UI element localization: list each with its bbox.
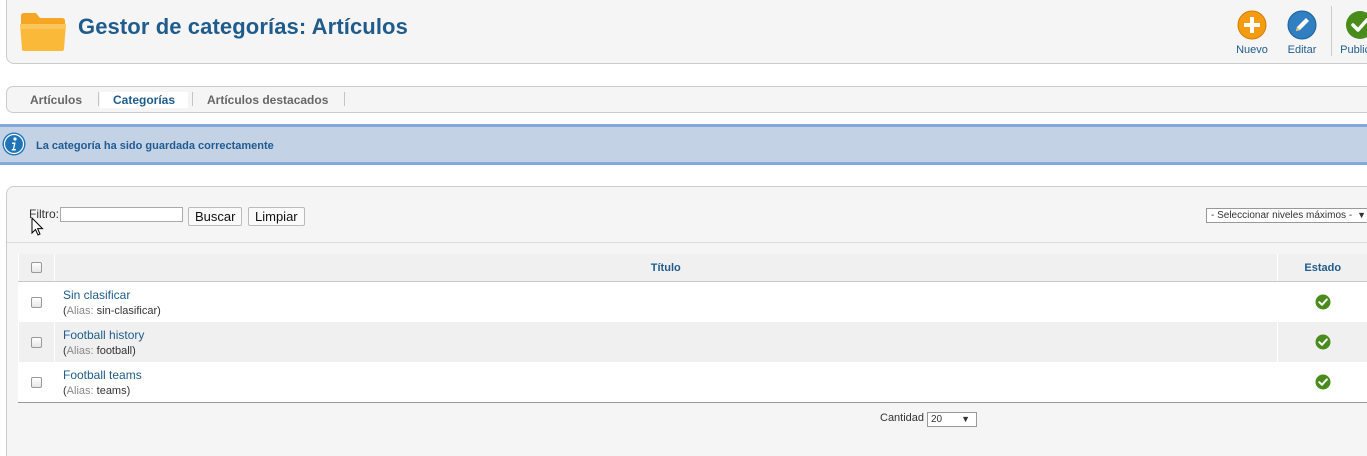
list-limit-select[interactable]: 20 ▼ bbox=[927, 412, 977, 427]
tab-label: Categorías bbox=[113, 93, 175, 107]
tab-divider bbox=[98, 92, 99, 106]
tab-label: Artículos destacados bbox=[207, 93, 328, 107]
alias-value: football bbox=[97, 345, 132, 357]
category-alias: (Alias: teams) bbox=[63, 385, 1277, 397]
category-title-link[interactable]: Sin clasificar bbox=[63, 288, 1277, 302]
alias-label: Alias: bbox=[67, 385, 94, 397]
dropdown-arrow-icon: ▼ bbox=[1357, 209, 1366, 222]
main-panel: Filtro: Buscar Limpiar - Seleccionar niv… bbox=[6, 186, 1367, 456]
category-alias: (Alias: football) bbox=[63, 345, 1277, 357]
page-header: Gestor de categorías: Artículos Nuevo Ed… bbox=[6, 0, 1367, 64]
row-checkbox-cell bbox=[19, 362, 55, 403]
state-cell bbox=[1277, 282, 1367, 323]
tab-label: Artículos bbox=[30, 93, 82, 107]
toolbar-divider bbox=[1331, 6, 1332, 56]
published-check-icon[interactable] bbox=[1315, 374, 1331, 390]
table-header-row: Título Estado bbox=[19, 254, 1367, 282]
select-all-checkbox[interactable] bbox=[31, 262, 42, 273]
row-checkbox-cell bbox=[19, 282, 55, 323]
column-header-state[interactable]: Estado bbox=[1277, 254, 1367, 282]
table-row: Sin clasificar (Alias: sin-clasificar) bbox=[19, 282, 1367, 323]
folder-icon bbox=[19, 10, 67, 52]
column-header-title[interactable]: Título bbox=[55, 254, 1278, 282]
filter-input[interactable] bbox=[60, 207, 183, 222]
new-button-label: Nuevo bbox=[1230, 44, 1274, 56]
row-checkbox[interactable] bbox=[31, 337, 42, 348]
state-cell bbox=[1277, 362, 1367, 403]
add-icon bbox=[1237, 10, 1267, 40]
tab-articles[interactable]: Artículos bbox=[17, 92, 95, 108]
max-levels-select[interactable]: - Seleccionar niveles máximos - ▼ bbox=[1206, 208, 1367, 223]
info-icon bbox=[2, 132, 26, 156]
list-limit-value: 20 bbox=[931, 414, 942, 425]
title-cell: Sin clasificar (Alias: sin-clasificar) bbox=[55, 282, 1278, 323]
row-checkbox-cell bbox=[19, 322, 55, 362]
alias-value: sin-clasificar bbox=[97, 305, 158, 317]
message-text: La categoría ha sido guardada correctame… bbox=[36, 140, 274, 152]
published-check-icon[interactable] bbox=[1315, 294, 1331, 310]
tab-divider bbox=[344, 92, 345, 106]
new-button[interactable]: Nuevo bbox=[1230, 8, 1274, 56]
row-checkbox[interactable] bbox=[31, 377, 42, 388]
clear-button[interactable]: Limpiar bbox=[248, 207, 305, 226]
dropdown-arrow-icon: ▼ bbox=[961, 413, 970, 426]
published-check-icon[interactable] bbox=[1315, 334, 1331, 350]
category-title-link[interactable]: Football history bbox=[63, 328, 1277, 342]
tab-featured[interactable]: Artículos destacados bbox=[194, 92, 341, 108]
row-checkbox[interactable] bbox=[31, 297, 42, 308]
search-button[interactable]: Buscar bbox=[188, 207, 242, 226]
publish-button-label: Publicar bbox=[1338, 44, 1367, 56]
alias-label: Alias: bbox=[67, 345, 94, 357]
table-row: Football teams (Alias: teams) bbox=[19, 362, 1367, 403]
alias-value: teams bbox=[97, 385, 127, 397]
state-cell bbox=[1277, 322, 1367, 362]
title-cell: Football teams (Alias: teams) bbox=[55, 362, 1278, 403]
category-alias: (Alias: sin-clasificar) bbox=[63, 305, 1277, 317]
edit-button[interactable]: Editar bbox=[1280, 8, 1324, 56]
submenu-tabs: Artículos Categorías Artículos destacado… bbox=[6, 86, 1367, 113]
title-cell: Football history (Alias: football) bbox=[55, 322, 1278, 362]
publish-button[interactable]: Publicar bbox=[1338, 8, 1367, 56]
categories-table: Título Estado Sin clasificar (Alias: sin… bbox=[18, 254, 1367, 403]
table-row: Football history (Alias: football) bbox=[19, 322, 1367, 362]
category-title-link[interactable]: Football teams bbox=[63, 368, 1277, 382]
max-levels-value: - Seleccionar niveles máximos - bbox=[1211, 210, 1352, 221]
page-title: Gestor de categorías: Artículos bbox=[78, 14, 408, 40]
select-all-cell bbox=[19, 254, 55, 282]
publish-icon bbox=[1345, 10, 1367, 40]
mouse-cursor-icon bbox=[31, 217, 45, 237]
tab-categories[interactable]: Categorías bbox=[100, 92, 188, 108]
pagination-label: Cantidad bbox=[880, 412, 924, 424]
divider bbox=[7, 242, 1367, 243]
edit-icon bbox=[1287, 10, 1317, 40]
system-message: La categoría ha sido guardada correctame… bbox=[0, 124, 1367, 165]
edit-button-label: Editar bbox=[1280, 44, 1324, 56]
tab-divider bbox=[192, 92, 193, 106]
alias-label: Alias: bbox=[67, 305, 94, 317]
